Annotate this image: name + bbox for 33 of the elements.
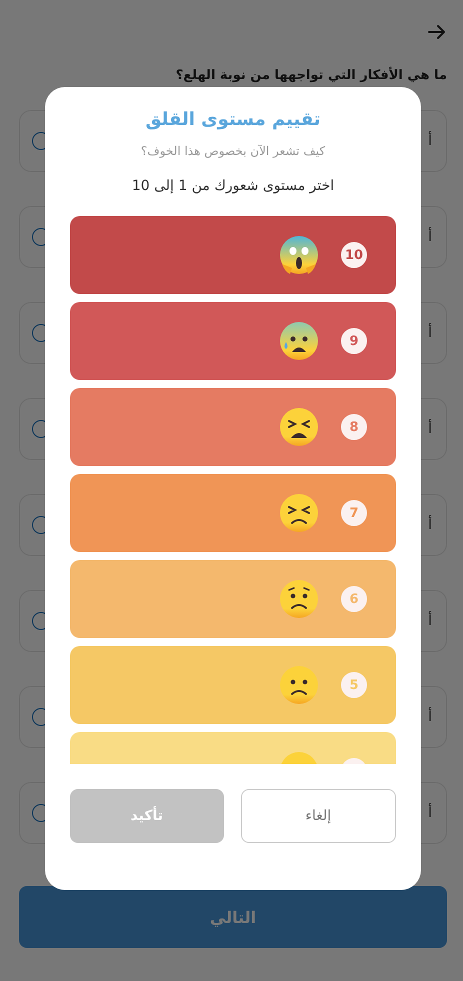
rating-number: 6	[339, 584, 369, 614]
option-text: أ	[428, 517, 432, 533]
rating-number: 8	[339, 412, 369, 442]
option-text: أ	[428, 133, 432, 149]
option-text: أ	[428, 229, 432, 245]
rating-option[interactable]: 8	[70, 388, 396, 466]
face-icon	[278, 578, 320, 620]
option-text: أ	[428, 325, 432, 341]
option-text: أ	[428, 613, 432, 629]
face-icon	[278, 406, 320, 448]
rating-number: 5	[339, 670, 369, 700]
face-icon	[278, 234, 320, 276]
rating-option[interactable]: 6	[70, 560, 396, 638]
rating-option[interactable]: 10	[70, 216, 396, 294]
face-icon	[278, 320, 320, 362]
face-icon	[278, 664, 320, 706]
rating-number: 7	[339, 498, 369, 528]
option-text: أ	[428, 805, 432, 821]
next-button[interactable]: التالي	[19, 886, 447, 948]
rating-number: 10	[339, 240, 369, 270]
option-text: أ	[428, 421, 432, 437]
instruction-text: اختر مستوى شعورك من 1 إلى 10	[130, 178, 336, 194]
cancel-button[interactable]: إلغاء	[240, 789, 396, 843]
face-icon	[278, 492, 320, 534]
rating-option[interactable]: 7	[70, 474, 396, 552]
question-text: ما هي الأفكار التي تواجهها من نوبة الهلع؟	[174, 68, 447, 85]
back-arrow-icon[interactable]	[427, 24, 447, 40]
dialog-subtitle: كيف تشعر الآن بخصوص هذا الخوف؟	[140, 144, 326, 158]
rating-number: 9	[339, 326, 369, 356]
dialog-title: تقييم مستوى القلق	[144, 109, 322, 130]
rating-option[interactable]: 5	[70, 646, 396, 724]
rating-option[interactable]: 9	[70, 302, 396, 380]
option-text: أ	[428, 709, 432, 725]
